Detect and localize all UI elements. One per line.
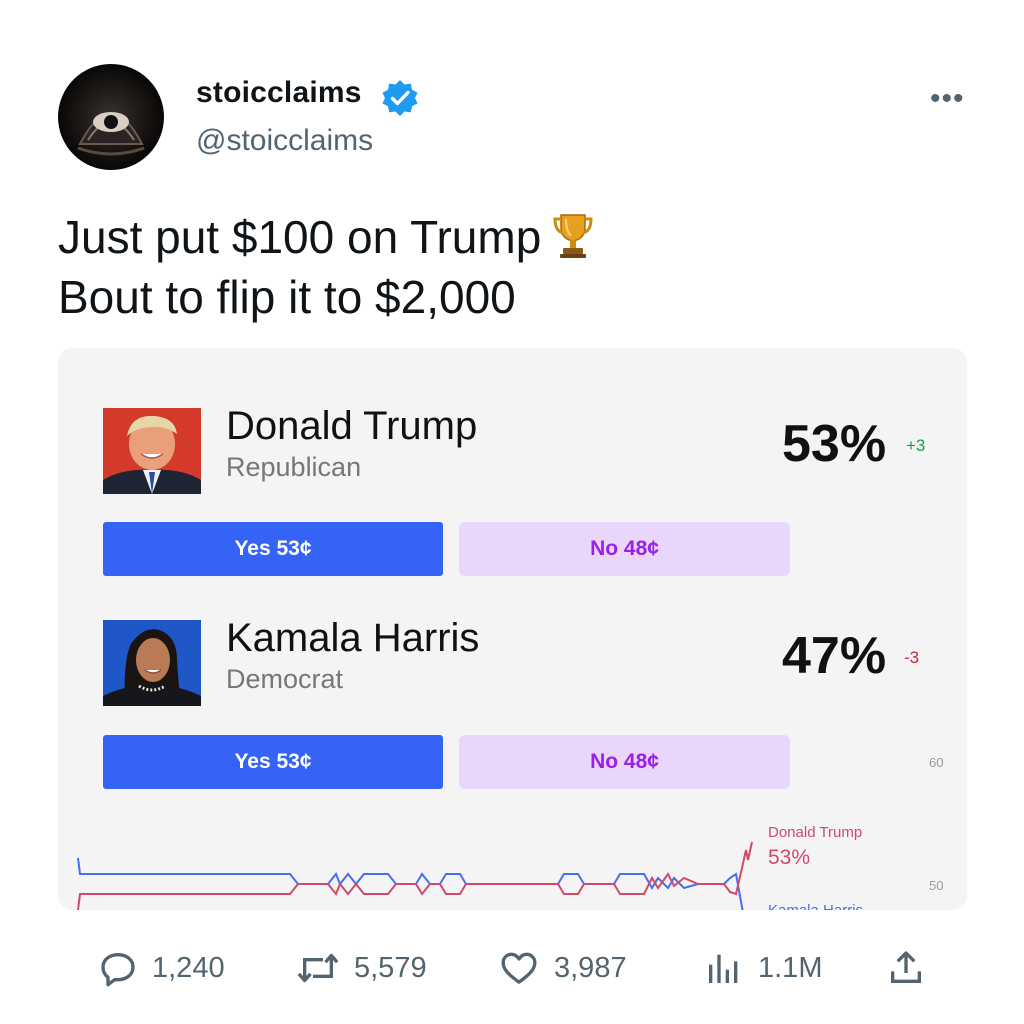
retweet-button[interactable]: 5,579 (296, 948, 427, 988)
prediction-market-card[interactable]: Donald Trump Republican 53% +3 Yes 53¢ N… (58, 348, 967, 910)
avatar[interactable] (58, 64, 164, 170)
buy-yes-button[interactable]: Yes 53¢ (103, 735, 443, 789)
tweet-text-line-2: Bout to flip it to $2,000 (58, 271, 516, 323)
eye-logo-icon (77, 112, 145, 156)
candidate-percentage: 53% (782, 415, 887, 473)
trump-photo (103, 408, 201, 494)
buy-no-button[interactable]: No 48¢ (459, 522, 790, 576)
handle[interactable]: @stoicclaims (196, 124, 373, 158)
more-options-icon[interactable]: ••• (930, 84, 965, 114)
retweet-count: 5,579 (354, 951, 427, 984)
reply-icon (101, 953, 135, 987)
trophy-icon (553, 214, 593, 258)
display-name[interactable]: stoicclaims (196, 76, 362, 110)
trump-price-line (77, 841, 753, 910)
buy-yes-button[interactable]: Yes 53¢ (103, 522, 443, 576)
share-icon (891, 951, 921, 983)
price-history-chart (77, 841, 753, 910)
reply-count: 1,240 (152, 951, 225, 984)
like-button[interactable]: 3,987 (498, 948, 627, 988)
retweet-icon (297, 953, 339, 983)
percentage-change: -3 (904, 648, 920, 667)
tweet-text-line-1: Just put $100 on Trump (58, 210, 595, 264)
tweet-text: Just put $100 on Trump (58, 211, 542, 263)
candidate-party: Democrat (226, 664, 344, 694)
views-button[interactable]: 1.1M (704, 948, 822, 988)
candidate-name: Donald Trump (226, 404, 478, 448)
candidate-name: Kamala Harris (226, 616, 480, 660)
views-chart-icon (709, 954, 738, 983)
candidate-percentage: 47% (782, 627, 887, 685)
heart-icon (501, 952, 537, 984)
percentage-change: +3 (906, 436, 926, 455)
candidate-party: Republican (226, 452, 362, 482)
view-count: 1.1M (758, 951, 823, 984)
reply-button[interactable]: 1,240 (98, 948, 225, 988)
harris-photo (103, 620, 201, 706)
like-count: 3,987 (554, 951, 627, 984)
share-button[interactable] (886, 948, 940, 988)
verified-badge-icon (382, 80, 418, 116)
buy-no-button[interactable]: No 48¢ (459, 735, 790, 789)
y-axis-tick: 60 (929, 755, 944, 770)
